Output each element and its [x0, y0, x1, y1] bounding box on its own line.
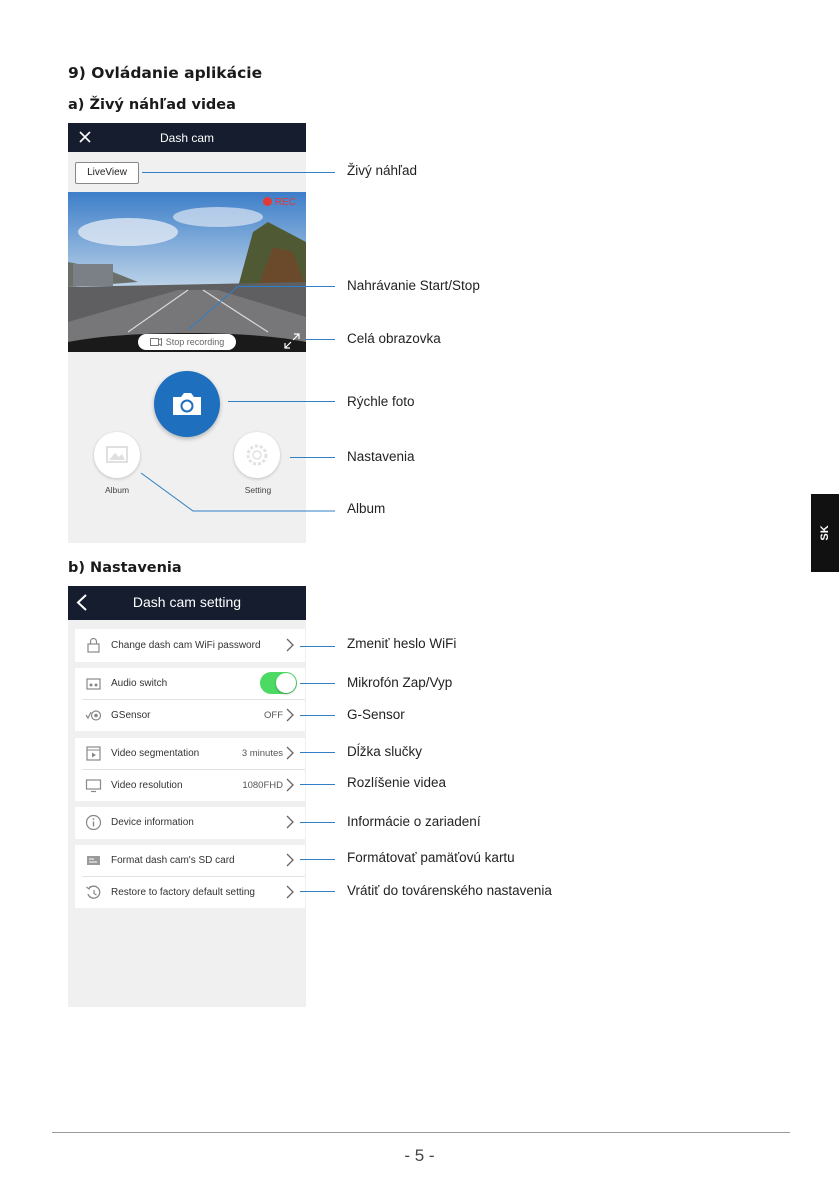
section-a-heading: a) Živý náhľad videa: [68, 97, 236, 113]
callout-line: [142, 172, 335, 173]
rec-label: REC: [274, 197, 296, 208]
callout-restore: Vrátiť do továrenského nastavenia: [347, 883, 552, 898]
settings-screenshot: Dash cam setting Change dash cam WiFi pa…: [68, 586, 306, 1007]
rec-indicator[interactable]: REC: [262, 197, 296, 208]
settings-topbar: Dash cam setting: [68, 586, 306, 620]
liveview-button[interactable]: LiveView: [75, 162, 139, 184]
chevron-right-icon: [286, 746, 294, 760]
record-dot-icon: [262, 197, 272, 206]
callout-album: Album: [347, 501, 386, 516]
settings-card: Device information: [75, 807, 305, 839]
settings-row-value: OFF: [264, 710, 283, 721]
callout-line: [300, 891, 335, 892]
stop-recording-button[interactable]: Stop recording: [138, 334, 236, 350]
callout-line: [300, 646, 335, 647]
callout-wifi: Zmeniť heslo WiFi: [347, 636, 457, 651]
callout-line: [236, 286, 335, 287]
audio-toggle[interactable]: [260, 672, 297, 694]
callout-line: [300, 784, 335, 785]
callout-line-album: [140, 472, 335, 512]
section-b-heading: b) Nastavenia: [68, 560, 182, 576]
restore-icon: [86, 885, 101, 899]
settings-row-label: GSensor: [111, 710, 151, 721]
callout-settings: Nastavenia: [347, 449, 415, 464]
language-tab-label: SK: [819, 525, 831, 541]
settings-card: Video segmentation 3 minutes Video resol…: [75, 738, 305, 801]
language-tab: SK: [811, 494, 839, 572]
settings-card: Audio switch GSensor OFF: [75, 668, 305, 731]
liveview-topbar: Dash cam: [68, 123, 306, 152]
settings-row-label: Restore to factory default setting: [111, 887, 255, 898]
callout-line: [228, 401, 335, 402]
album-icon: [106, 446, 128, 463]
callout-live-preview: Živý náhľad: [347, 163, 417, 178]
callout-record-toggle: Nahrávanie Start/Stop: [347, 278, 480, 293]
settings-card: Change dash cam WiFi password: [75, 629, 305, 662]
callout-line: [300, 859, 335, 860]
callout-gsensor: G-Sensor: [347, 707, 405, 722]
callout-line: [290, 457, 335, 458]
callout-line: [300, 752, 335, 753]
video-segment-icon: [86, 746, 101, 761]
settings-row-label: Audio switch: [111, 678, 168, 689]
callout-line: [300, 715, 335, 716]
settings-row-audio-switch: Audio switch: [75, 668, 305, 699]
callout-fullscreen: Celá obrazovka: [347, 331, 441, 346]
quick-photo-button[interactable]: [154, 371, 220, 437]
gsensor-icon: [85, 710, 102, 721]
lock-icon: [87, 637, 100, 653]
callout-line: [306, 339, 335, 340]
page-heading: 9) Ovládanie aplikácie: [68, 64, 263, 82]
chevron-right-icon: [286, 778, 294, 792]
settings-row-label: Format dash cam's SD card: [111, 855, 235, 866]
settings-row-device-information[interactable]: Device information: [75, 807, 305, 838]
info-icon: [85, 814, 102, 831]
callout-format: Formátovať pamäťovú kartu: [347, 850, 515, 865]
sd-card-icon: [87, 856, 100, 865]
album-label: Album: [104, 485, 130, 495]
callout-quick-photo: Rýchle foto: [347, 394, 415, 409]
fullscreen-icon[interactable]: [284, 333, 300, 349]
callout-line: [300, 822, 335, 823]
monitor-icon: [85, 779, 102, 793]
settings-row-label: Video resolution: [111, 780, 183, 791]
settings-row-restore-defaults[interactable]: Restore to factory default setting: [75, 877, 305, 908]
camera-icon: [173, 393, 201, 415]
settings-row-format-sd[interactable]: Format dash cam's SD card: [75, 845, 305, 876]
settings-row-value: 1080FHD: [242, 780, 283, 791]
stop-recording-label: Stop recording: [165, 337, 225, 347]
footer-rule: [52, 1132, 790, 1133]
callout-line: [300, 683, 335, 684]
audio-icon: [86, 678, 101, 690]
chevron-right-icon: [286, 853, 294, 867]
toggle-knob: [276, 673, 296, 693]
chevron-right-icon: [286, 638, 294, 652]
chevron-right-icon: [286, 815, 294, 829]
camera-outline-icon: [149, 337, 162, 347]
settings-row-video-resolution[interactable]: Video resolution 1080FHD: [75, 770, 305, 801]
callout-mic: Mikrofón Zap/Vyp: [347, 675, 453, 690]
settings-card: Format dash cam's SD card Restore to fac…: [75, 845, 305, 908]
liveview-title: Dash cam: [159, 131, 215, 145]
settings-row-label: Device information: [111, 817, 194, 828]
callout-line-diagonal: [187, 286, 238, 331]
callout-device-info: Informácie o zariadení: [347, 814, 481, 829]
settings-row-wifi-password[interactable]: Change dash cam WiFi password: [75, 630, 305, 661]
callout-loop: Dĺžka slučky: [347, 744, 423, 759]
settings-row-value: 3 minutes: [241, 748, 283, 759]
chevron-right-icon: [286, 885, 294, 899]
page-number: - 5 -: [404, 1146, 435, 1165]
settings-row-video-segmentation[interactable]: Video segmentation 3 minutes: [75, 738, 305, 769]
settings-title: Dash cam setting: [132, 594, 242, 610]
callout-resolution: Rozlíšenie videa: [347, 775, 447, 790]
album-button[interactable]: [94, 432, 140, 478]
settings-row-label: Change dash cam WiFi password: [111, 640, 261, 651]
settings-row-gsensor[interactable]: GSensor OFF: [75, 700, 305, 731]
chevron-right-icon: [286, 708, 294, 722]
settings-row-label: Video segmentation: [111, 748, 200, 759]
